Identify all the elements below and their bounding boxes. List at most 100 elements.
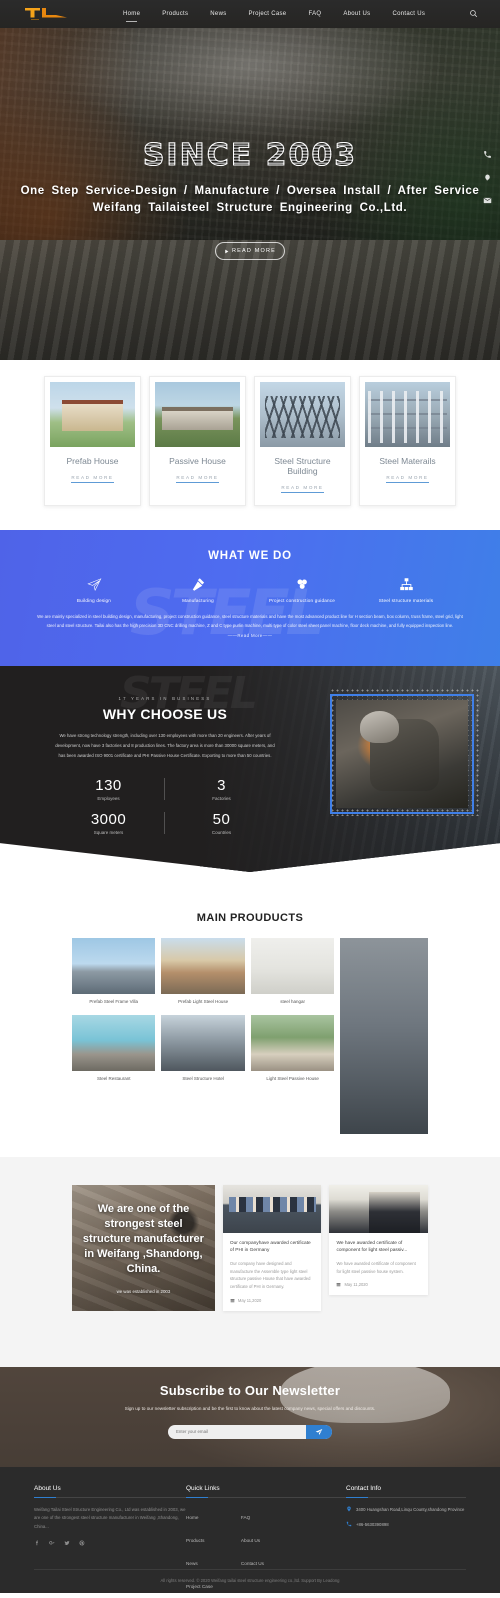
footer-phone-row[interactable]: +86-5630390898 bbox=[346, 1521, 466, 1529]
product-column: Prefab Light Steel House Steel Structure… bbox=[161, 938, 245, 1092]
stat-label: Square meters bbox=[93, 829, 124, 835]
category-card-title: Passive House bbox=[169, 456, 226, 466]
product-item[interactable]: Light Steel Passive House bbox=[250, 1015, 335, 1090]
stat-label: Factories bbox=[212, 795, 231, 801]
category-card[interactable]: Prefab House READ MORE bbox=[44, 376, 141, 506]
main-products-title: MAIN PROUDUCTS bbox=[196, 912, 304, 924]
product-item[interactable]: Steel Restaurant bbox=[72, 1015, 156, 1090]
footer-link-products[interactable]: Products bbox=[186, 1538, 205, 1543]
divider bbox=[186, 1497, 346, 1498]
nav-item-project-case[interactable]: Project Case bbox=[249, 11, 287, 17]
about-banner-title: We are one of the strongest steel struct… bbox=[82, 1203, 204, 1275]
nav-item-contact-us[interactable]: Contact Us bbox=[392, 11, 425, 17]
phone-icon[interactable] bbox=[483, 150, 492, 159]
category-card-title: Prefab House bbox=[66, 456, 119, 466]
calendar-icon bbox=[230, 1298, 235, 1303]
product-item[interactable]: Prefab Steel Frame Villa bbox=[72, 938, 156, 1013]
steel-parking-structure-image bbox=[340, 938, 428, 1134]
site-footer: About Us Weifang Tailai Steel Structure … bbox=[0, 1467, 500, 1593]
category-cards-section: Prefab House READ MORE Passive House REA… bbox=[0, 360, 500, 522]
nav-item-faq[interactable]: FAQ bbox=[308, 11, 321, 17]
category-card[interactable]: Passive House READ MORE bbox=[149, 376, 246, 506]
google-plus-icon[interactable] bbox=[49, 1540, 55, 1546]
floating-contact-bar bbox=[483, 150, 492, 205]
category-card-readmore[interactable]: READ MORE bbox=[71, 475, 114, 483]
category-card[interactable]: Steel Structure Building READ MORE bbox=[254, 376, 351, 506]
stat-label: Countries bbox=[211, 829, 232, 835]
hero-read-more-button[interactable]: READ MORE bbox=[215, 242, 285, 260]
footer-link-home[interactable]: Home bbox=[186, 1515, 199, 1520]
news-card-title: We have awarded certificate of component… bbox=[336, 1241, 408, 1254]
page-root: SINCE 2003 One Step Service-Design / Man… bbox=[0, 0, 500, 1593]
wechat-icon[interactable] bbox=[483, 173, 492, 182]
product-item[interactable]: steel hangar bbox=[250, 938, 335, 1013]
about-banner[interactable]: We are one of the strongest steel struct… bbox=[72, 1185, 215, 1311]
product-caption: Light Steel Passive House bbox=[266, 1076, 319, 1081]
facebook-icon[interactable] bbox=[34, 1540, 40, 1546]
footer-link-news[interactable]: News bbox=[186, 1561, 198, 1566]
footer-link-about-us[interactable]: About Us bbox=[241, 1538, 260, 1543]
footer-address-row: 3400 Huangshan Road,Linqu County,shandon… bbox=[346, 1506, 466, 1514]
product-item[interactable] bbox=[340, 938, 428, 1134]
twitter-icon[interactable] bbox=[64, 1540, 70, 1546]
service-item[interactable]: Building design bbox=[42, 574, 146, 603]
service-item[interactable]: Manufacturing bbox=[146, 574, 250, 603]
news-section: We are one of the strongest steel struct… bbox=[0, 1157, 500, 1367]
product-column: steel hangar Light Steel Passive House bbox=[250, 938, 335, 1092]
category-card[interactable]: Steel Materails READ MORE bbox=[359, 376, 456, 506]
footer-links-col2: FAQ About Us Contact Us bbox=[241, 1506, 264, 1598]
email-icon[interactable] bbox=[483, 196, 492, 205]
newsletter-subtitle: Sign up to our newsletter subscription a… bbox=[124, 1406, 376, 1411]
hero-read-more-label: READ MORE bbox=[231, 248, 277, 254]
product-caption: Prefab Light Steel House bbox=[178, 999, 229, 1004]
news-card[interactable]: We have awarded certificate of component… bbox=[329, 1185, 428, 1296]
nav-item-home[interactable]: Home bbox=[123, 11, 140, 22]
what-we-do-read-more[interactable]: ——Read More—— bbox=[0, 633, 500, 638]
product-item[interactable]: Prefab Light Steel House bbox=[161, 938, 245, 1013]
service-label: Manufacturing bbox=[182, 598, 214, 603]
stat-label: Employees bbox=[97, 795, 120, 801]
product-item[interactable]: Steel Structure Hotel bbox=[161, 1015, 245, 1090]
steel-materials-image bbox=[365, 382, 450, 447]
footer-about-heading: About Us bbox=[34, 1485, 61, 1492]
location-icon bbox=[347, 1506, 351, 1512]
newsletter-submit-button[interactable] bbox=[306, 1424, 332, 1439]
category-card-readmore[interactable]: READ MORE bbox=[281, 485, 324, 493]
stats-grid: 130 Employees 3 Factories 3000 Square me… bbox=[52, 772, 278, 840]
service-item[interactable]: Steel structure materials bbox=[354, 574, 458, 603]
newsletter-email-input[interactable] bbox=[168, 1424, 306, 1439]
stat-item: 3000 Square meters bbox=[52, 806, 165, 840]
award-ceremony-photo bbox=[329, 1185, 428, 1233]
tl-logo-icon bbox=[25, 8, 67, 20]
footer-link-project-case[interactable]: Project Case bbox=[186, 1584, 213, 1589]
nav-item-news[interactable]: News bbox=[210, 11, 226, 17]
category-card-readmore[interactable]: READ MORE bbox=[176, 475, 219, 483]
stat-number: 50 bbox=[212, 810, 231, 828]
divider bbox=[346, 1497, 466, 1498]
news-card-excerpt: We have awarded certificate of component… bbox=[336, 1260, 416, 1274]
footer-copyright: All rights reserved. © 2020 Weifang tail… bbox=[34, 1569, 466, 1583]
stat-number: 3000 bbox=[90, 810, 127, 828]
news-card[interactable]: Our companyhave awarded certificate of P… bbox=[222, 1185, 322, 1311]
divider bbox=[34, 1497, 186, 1498]
main-nav: Home Products News Project Case FAQ Abou… bbox=[123, 11, 425, 22]
nav-item-about-us[interactable]: About Us bbox=[343, 11, 370, 17]
category-card-readmore[interactable]: READ MORE bbox=[386, 475, 429, 483]
stat-item: 50 Countries bbox=[165, 806, 278, 840]
pinterest-icon[interactable] bbox=[79, 1540, 85, 1546]
news-card-title: Our companyhave awarded certificate of P… bbox=[229, 1241, 311, 1254]
hero-tagline-1: One Step Service-Design / Manufacture / … bbox=[20, 185, 480, 197]
light-steel-passive-house-image bbox=[250, 1015, 335, 1071]
team-certificate-photo bbox=[222, 1185, 322, 1233]
stat-number: 130 bbox=[95, 776, 122, 794]
site-logo[interactable] bbox=[22, 6, 68, 22]
service-item[interactable]: Project construction guidance bbox=[250, 574, 354, 603]
nav-item-products[interactable]: Products bbox=[162, 11, 188, 17]
search-icon[interactable] bbox=[469, 5, 478, 23]
footer-link-contact-us[interactable]: Contact Us bbox=[241, 1561, 264, 1566]
main-products-section: MAIN PROUDUCTS Prefab Steel Frame Villa … bbox=[0, 872, 500, 1157]
service-label: Building design bbox=[76, 598, 112, 603]
footer-link-faq[interactable]: FAQ bbox=[241, 1515, 250, 1520]
calendar-icon bbox=[337, 1283, 341, 1287]
product-caption: steel hangar bbox=[280, 999, 306, 1004]
